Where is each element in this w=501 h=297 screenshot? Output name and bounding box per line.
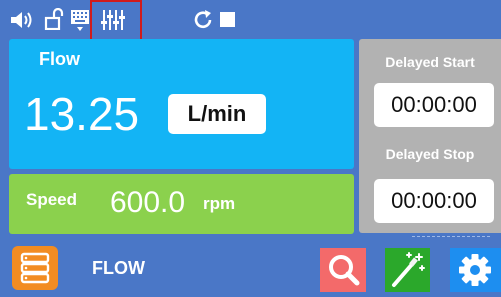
flow-unit-button[interactable]: L/min — [168, 94, 266, 134]
wand-button[interactable] — [385, 248, 430, 292]
search-icon — [329, 255, 360, 286]
gear-icon — [459, 254, 491, 286]
delay-panel: Delayed Start 00:00:00 Delayed Stop 00:0… — [359, 39, 501, 233]
speaker-icon[interactable] — [10, 10, 34, 30]
divider — [412, 236, 490, 237]
flow-value[interactable]: 13.25 — [24, 87, 139, 141]
stop-icon[interactable] — [220, 12, 235, 27]
wand-icon — [392, 252, 425, 287]
unlock-icon[interactable] — [44, 8, 64, 30]
speed-panel: Speed 600.0 rpm — [9, 174, 354, 234]
delayed-start-label: Delayed Start — [385, 54, 475, 70]
mode-label: FLOW — [92, 258, 145, 278]
top-toolbar — [0, 0, 501, 41]
delayed-start-time[interactable]: 00:00:00 — [374, 83, 494, 127]
delayed-stop-label: Delayed Stop — [385, 146, 475, 162]
flow-title: Flow — [39, 49, 80, 69]
speed-unit: rpm — [203, 194, 236, 213]
settings-button[interactable] — [450, 248, 501, 292]
speed-label: Speed — [26, 190, 78, 209]
speed-value[interactable]: 600.0 — [110, 186, 185, 220]
delayed-stop-time[interactable]: 00:00:00 — [374, 179, 494, 223]
menu-icon — [20, 252, 50, 284]
keyboard-icon[interactable] — [70, 8, 92, 34]
flow-panel: Flow 13.25 L/min — [9, 39, 354, 169]
menu-button[interactable] — [12, 246, 58, 290]
refresh-icon[interactable] — [192, 9, 214, 31]
selection-highlight — [90, 0, 142, 41]
search-button[interactable] — [320, 248, 366, 292]
